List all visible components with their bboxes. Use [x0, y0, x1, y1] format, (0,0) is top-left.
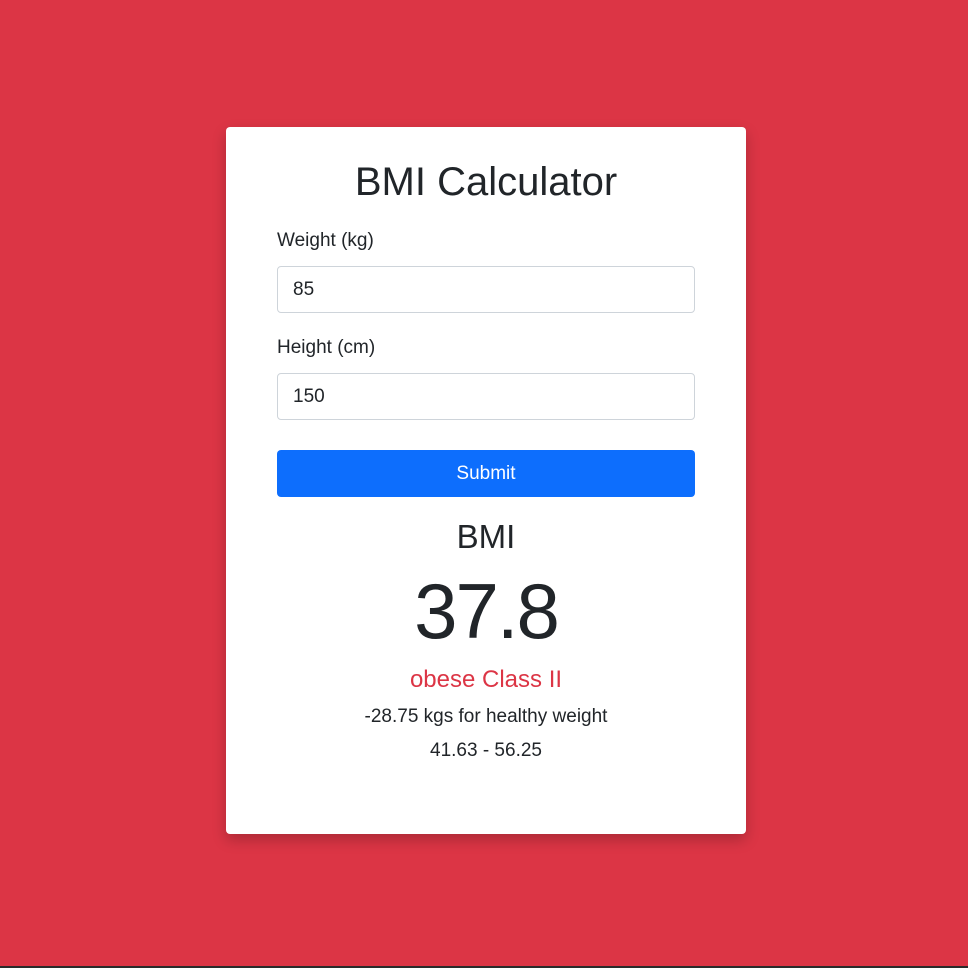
bmi-calculator-card: BMI Calculator Weight (kg) Height (cm) S… [226, 127, 746, 834]
weight-input[interactable] [277, 266, 695, 313]
bmi-value: 37.8 [414, 567, 560, 655]
height-input[interactable] [277, 373, 695, 420]
weight-label: Weight (kg) [277, 230, 374, 251]
page-title: BMI Calculator [354, 160, 618, 204]
page-background: { "app": { "title": "BMI Calculator" }, … [0, 0, 968, 968]
bmi-classification: obese Class II [409, 666, 563, 693]
height-label: Height (cm) [277, 337, 376, 358]
healthy-weight-range: 41.63 - 56.25 [430, 740, 542, 761]
healthy-weight-difference: -28.75 kgs for healthy weight [364, 706, 608, 727]
bmi-heading: BMI [456, 518, 516, 555]
submit-button[interactable]: Submit [277, 450, 695, 497]
